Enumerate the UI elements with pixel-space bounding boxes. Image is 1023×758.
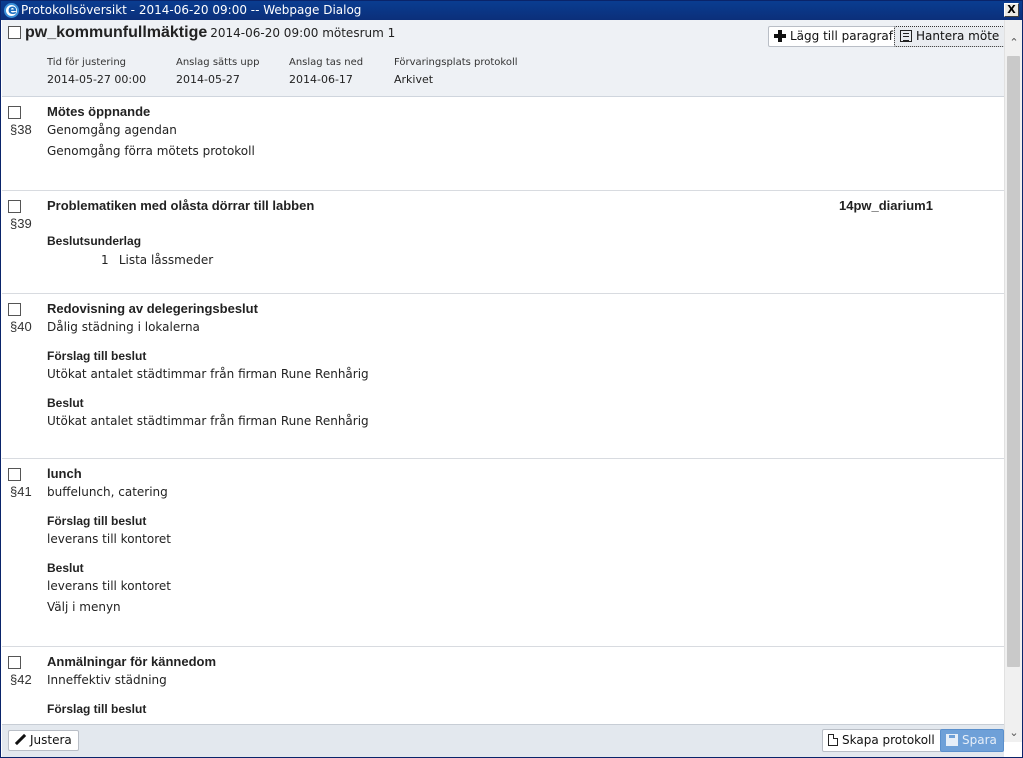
paragraph-text: Genomgång agendan — [47, 123, 177, 137]
adjust-label: Justera — [30, 733, 72, 747]
add-paragraph-label: Lägg till paragraf — [790, 29, 893, 43]
save-label: Spara — [962, 733, 997, 747]
meeting-name: pw_kommunfullmäktige — [25, 24, 208, 41]
paragraph-number: §38 — [10, 122, 32, 137]
pencil-icon — [14, 734, 26, 746]
meta-value: 2014-05-27 00:00 — [47, 73, 147, 86]
meta-value: Arkivet — [394, 73, 434, 86]
dialog-window: Protokollsöversikt - 2014-06-20 09:00 --… — [0, 0, 1023, 758]
diary-number: 14pw_diarium1 — [839, 198, 933, 213]
ie-icon — [4, 1, 19, 20]
meeting-title: pw_kommunfullmäktige 2014-06-20 09:00 möt… — [25, 24, 395, 42]
meta-adjust-time: Tid för justering 2014-05-27 00:00 — [47, 57, 146, 86]
meta-label: Tid för justering — [47, 57, 127, 68]
paragraph-title[interactable]: lunch — [47, 466, 1004, 484]
meta-storage: Förvaringsplats protokoll Arkivet — [394, 57, 518, 86]
decision-heading: Beslut — [47, 561, 84, 575]
plus-icon — [774, 30, 786, 42]
paragraph-item: §40 Redovisning av delegeringsbeslut Dål… — [2, 294, 1004, 459]
create-protocol-button[interactable]: Skapa protokoll — [822, 729, 942, 752]
paragraph-item: §42 Anmälningar för kännedom Inneffektiv… — [2, 647, 1004, 724]
paragraph-text: Genomgång förra mötets protokoll — [47, 144, 255, 158]
save-button[interactable]: Spara — [940, 729, 1004, 752]
title-bar: Protokollsöversikt - 2014-06-20 09:00 --… — [1, 1, 1022, 20]
proposal-heading: Förslag till beslut — [47, 514, 147, 528]
create-protocol-label: Skapa protokoll — [842, 733, 935, 747]
meta-label: Förvaringsplats protokoll — [394, 57, 518, 68]
meeting-subtitle: 2014-06-20 09:00 mötesrum 1 — [210, 26, 396, 40]
basis-heading: Beslutsunderlag — [47, 234, 142, 248]
paragraph-item: §39 14pw_diarium1 Problematiken med olås… — [2, 191, 1004, 294]
paragraph-text: Dålig städning i lokalerna — [47, 320, 200, 334]
meta-value: 2014-05-27 — [176, 73, 240, 86]
paragraph-checkbox[interactable] — [8, 106, 21, 119]
scroll-down-icon[interactable]: ⌄ — [1005, 724, 1023, 742]
attachment-index: 1 — [101, 253, 109, 267]
paragraph-item: §38 Mötes öppnande Genomgång agendan Gen… — [2, 97, 1004, 191]
window-title: Protokollsöversikt - 2014-06-20 09:00 --… — [21, 3, 362, 17]
decision-text: Utökat antalet städtimmar från firman Ru… — [47, 414, 369, 428]
paragraph-number: §42 — [10, 672, 32, 687]
footer-toolbar: Justera Skapa protokoll Spara — [2, 724, 1004, 757]
paragraph-title[interactable]: Redovisning av delegeringsbeslut — [47, 301, 1004, 319]
paragraph-checkbox[interactable] — [8, 656, 21, 669]
meta-notice-up: Anslag sätts upp 2014-05-27 — [176, 57, 259, 86]
attachment-item[interactable]: 1 Lista låssmeder — [47, 251, 1004, 269]
document-icon — [828, 734, 838, 746]
scroll-thumb[interactable] — [1007, 56, 1020, 667]
meta-label: Anslag tas ned — [289, 57, 364, 68]
manage-meeting-label: Hantera möte — [916, 29, 1000, 43]
paragraph-title[interactable]: Anmälningar för kännedom — [47, 654, 1004, 672]
scroll-up-icon[interactable]: ⌃ — [1005, 34, 1023, 52]
meta-value: 2014-06-17 — [289, 73, 353, 86]
meta-label: Anslag sätts upp — [176, 57, 260, 68]
floppy-icon — [946, 734, 958, 746]
proposal-heading: Förslag till beslut — [47, 702, 147, 716]
adjust-button[interactable]: Justera — [8, 730, 79, 751]
proposal-text: Utökat antalet städtimmar från firman Ru… — [47, 367, 369, 381]
paragraph-number: §39 — [10, 216, 32, 231]
paragraph-title[interactable]: Mötes öppnande — [47, 104, 1004, 122]
meeting-header: pw_kommunfullmäktige 2014-06-20 09:00 möt… — [2, 20, 1007, 97]
paragraph-checkbox[interactable] — [8, 303, 21, 316]
decision-text: leverans till kontoret — [47, 579, 171, 593]
close-button[interactable]: X — [1004, 3, 1019, 17]
paragraph-text: Inneffektiv städning — [47, 673, 167, 687]
proposal-heading: Förslag till beslut — [47, 349, 147, 363]
paragraph-list: §38 Mötes öppnande Genomgång agendan Gen… — [2, 97, 1004, 724]
paragraph-number: §40 — [10, 319, 32, 334]
decision-heading: Beslut — [47, 396, 84, 410]
select-all-checkbox[interactable] — [8, 26, 21, 39]
paragraph-text: buffelunch, catering — [47, 485, 168, 499]
meta-notice-down: Anslag tas ned 2014-06-17 — [289, 57, 363, 86]
paragraph-checkbox[interactable] — [8, 468, 21, 481]
paragraph-checkbox[interactable] — [8, 200, 21, 213]
paragraph-number: §41 — [10, 484, 32, 499]
proposal-text: leverans till kontoret — [47, 532, 171, 546]
decision-text: Välj i menyn — [47, 600, 121, 614]
add-paragraph-button[interactable]: Lägg till paragraf — [768, 26, 900, 47]
vertical-scrollbar[interactable]: ⌃ ⌄ — [1004, 20, 1022, 742]
paragraph-item: §41 lunch buffelunch, catering Förslag t… — [2, 459, 1004, 647]
list-icon — [900, 30, 912, 42]
attachment-name: Lista låssmeder — [118, 253, 214, 267]
manage-meeting-button[interactable]: Hantera möte — [894, 26, 1007, 47]
